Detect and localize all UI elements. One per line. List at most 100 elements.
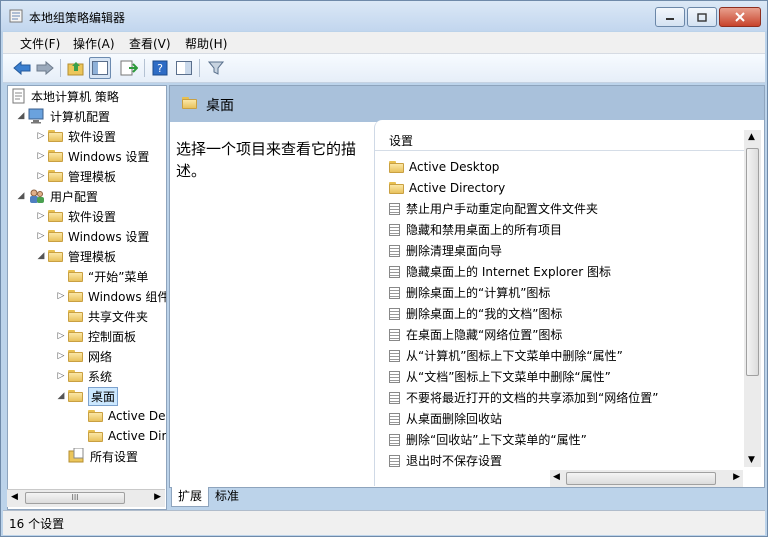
list-item-policy[interactable]: 禁止用户手动重定向配置文件文件夹 [389, 198, 598, 219]
back-arrow-icon [13, 61, 31, 75]
close-button[interactable] [719, 7, 761, 27]
list-item-folder[interactable]: Active Directory [389, 177, 505, 198]
tree-item-windows-settings[interactable]: ▷ Windows 设置 [36, 226, 150, 246]
minimize-button[interactable] [655, 7, 685, 27]
collapsed-arrow-icon[interactable]: ▷ [36, 131, 46, 141]
export-list-button[interactable] [118, 57, 140, 79]
tree-item-windows-settings[interactable]: ▷ Windows 设置 [36, 146, 150, 166]
tab-extended[interactable]: 扩展 [171, 487, 210, 507]
tree-item-control-panel[interactable]: ▷ 控制面板 [56, 326, 136, 346]
column-header-setting[interactable]: 设置 [375, 128, 747, 151]
tree-label: 共享文件夹 [88, 309, 149, 324]
folder-icon [389, 160, 405, 173]
scroll-thumb[interactable] [746, 148, 759, 376]
list-item-policy[interactable]: 退出时不保存设置 [389, 450, 502, 471]
help-button[interactable]: ? [149, 57, 171, 79]
tree-item-admin-templates[interactable]: ▷ 管理模板 [36, 166, 116, 186]
menu-view[interactable]: 查看(V) [129, 35, 171, 52]
list-item-policy[interactable]: 在桌面上隐藏“网络位置”图标 [389, 324, 562, 345]
policy-setting-icon [389, 454, 400, 467]
tree-label: 系统 [88, 369, 113, 384]
list-horizontal-scrollbar[interactable]: ◀ ▶ [550, 470, 743, 487]
tree-item-computer-config[interactable]: ◢ 计算机配置 [16, 106, 110, 126]
collapsed-arrow-icon[interactable]: ▷ [36, 171, 46, 181]
expanded-arrow-icon[interactable]: ◢ [16, 111, 26, 121]
expanded-arrow-icon[interactable]: ◢ [56, 391, 66, 401]
tree-item-all-settings[interactable]: 所有设置 [56, 446, 138, 466]
tree-item-software-settings[interactable]: ▷ 软件设置 [36, 206, 116, 226]
list-item-folder[interactable]: Active Desktop [389, 156, 499, 177]
forward-arrow-icon [36, 61, 54, 75]
tree-item-software-settings[interactable]: ▷ 软件设置 [36, 126, 116, 146]
folder-icon [48, 150, 64, 162]
title-bar[interactable]: 本地组策略编辑器 [1, 1, 767, 31]
tree-item-shared-folders[interactable]: 共享文件夹 [56, 306, 148, 326]
collapsed-arrow-icon[interactable]: ▷ [56, 331, 66, 341]
toolbar: ? [3, 54, 765, 83]
list-item-label: 删除桌面上的“我的文档”图标 [406, 307, 563, 321]
scroll-right-icon[interactable]: ▶ [154, 492, 161, 502]
tree-item-system[interactable]: ▷ 系统 [56, 366, 112, 386]
maximize-icon [697, 12, 707, 22]
tree-label: Active Directory [108, 429, 167, 443]
tree-item-windows-components[interactable]: ▷ Windows 组件 [56, 286, 166, 306]
show-pane-button[interactable] [173, 57, 195, 79]
scroll-left-icon[interactable]: ◀ [553, 472, 560, 482]
collapsed-arrow-icon[interactable]: ▷ [56, 351, 66, 361]
close-icon [735, 12, 745, 22]
policy-setting-icon [389, 223, 400, 236]
scroll-up-icon[interactable]: ▲ [748, 132, 755, 142]
tree-item-admin-templates[interactable]: ◢ 管理模板 [36, 246, 116, 266]
back-button[interactable] [11, 57, 33, 79]
policy-setting-icon [389, 244, 400, 257]
tree-item-active-desktop[interactable]: Active Desktop [76, 406, 166, 426]
collapsed-arrow-icon[interactable]: ▷ [56, 371, 66, 381]
scroll-down-icon[interactable]: ▼ [748, 455, 755, 465]
list-item-policy[interactable]: 删除清理桌面向导 [389, 240, 502, 261]
tree-item-active-directory[interactable]: Active Directory [76, 426, 167, 446]
filter-button[interactable] [205, 57, 227, 79]
list-item-policy[interactable]: 不要将最近打开的文档的共享添加到“网络位置” [389, 387, 658, 408]
list-item-policy[interactable]: 删除桌面上的“我的文档”图标 [389, 303, 562, 324]
list-vertical-scrollbar[interactable]: ▲ ▼ [744, 130, 761, 467]
list-item-policy[interactable]: 删除“回收站”上下文菜单的“属性” [389, 429, 587, 450]
list-item-label: 删除“回收站”上下文菜单的“属性” [406, 433, 587, 447]
window-title: 本地组策略编辑器 [29, 11, 126, 25]
tree-item-root[interactable]: 本地计算机 策略 [12, 86, 119, 106]
maximize-button[interactable] [687, 7, 717, 27]
scroll-thumb[interactable] [566, 472, 716, 485]
menu-file[interactable]: 文件(F) [20, 35, 60, 52]
scroll-thumb[interactable]: III [25, 492, 125, 504]
list-item-policy[interactable]: 从桌面删除回收站 [389, 408, 502, 429]
up-level-button[interactable] [65, 57, 87, 79]
list-item-policy[interactable]: 隐藏桌面上的 Internet Explorer 图标 [389, 261, 611, 282]
folder-icon [88, 430, 104, 442]
list-item-policy[interactable]: 从“计算机”图标上下文菜单中删除“属性” [389, 345, 623, 366]
list-item-policy[interactable]: 删除桌面上的“计算机”图标 [389, 282, 550, 303]
expanded-arrow-icon[interactable]: ◢ [16, 191, 26, 201]
folder-icon [48, 250, 64, 262]
show-hide-tree-button[interactable] [89, 57, 111, 79]
forward-button[interactable] [34, 57, 56, 79]
scroll-right-icon[interactable]: ▶ [733, 472, 740, 482]
expanded-arrow-icon[interactable]: ◢ [36, 251, 46, 261]
console-tree[interactable]: 本地计算机 策略 ◢ 计算机配置 ▷ 软件设置 ▷ Windows 设置 ▷ 管… [7, 85, 167, 510]
folder-icon [88, 410, 104, 422]
tree-item-network[interactable]: ▷ 网络 [56, 346, 112, 366]
collapsed-arrow-icon[interactable]: ▷ [56, 291, 66, 301]
collapsed-arrow-icon[interactable]: ▷ [36, 211, 46, 221]
list-item-label: 删除桌面上的“计算机”图标 [406, 286, 551, 300]
tab-standard[interactable]: 标准 [209, 487, 245, 506]
console-tree-icon [92, 61, 108, 75]
scroll-left-icon[interactable]: ◀ [11, 492, 18, 502]
menu-help[interactable]: 帮助(H) [185, 35, 227, 52]
menu-action[interactable]: 操作(A) [73, 35, 115, 52]
tree-item-start-menu[interactable]: “开始”菜单 [56, 266, 148, 286]
tree-item-user-config[interactable]: ◢ 用户配置 [16, 186, 98, 206]
tree-horizontal-scrollbar[interactable]: ◀ III ▶ [7, 489, 165, 507]
list-item-policy[interactable]: 隐藏和禁用桌面上的所有项目 [389, 219, 562, 240]
list-item-policy[interactable]: 从“文档”图标上下文菜单中删除“属性” [389, 366, 611, 387]
collapsed-arrow-icon[interactable]: ▷ [36, 231, 46, 241]
tree-item-desktop[interactable]: ◢ 桌面 [56, 386, 119, 406]
collapsed-arrow-icon[interactable]: ▷ [36, 151, 46, 161]
